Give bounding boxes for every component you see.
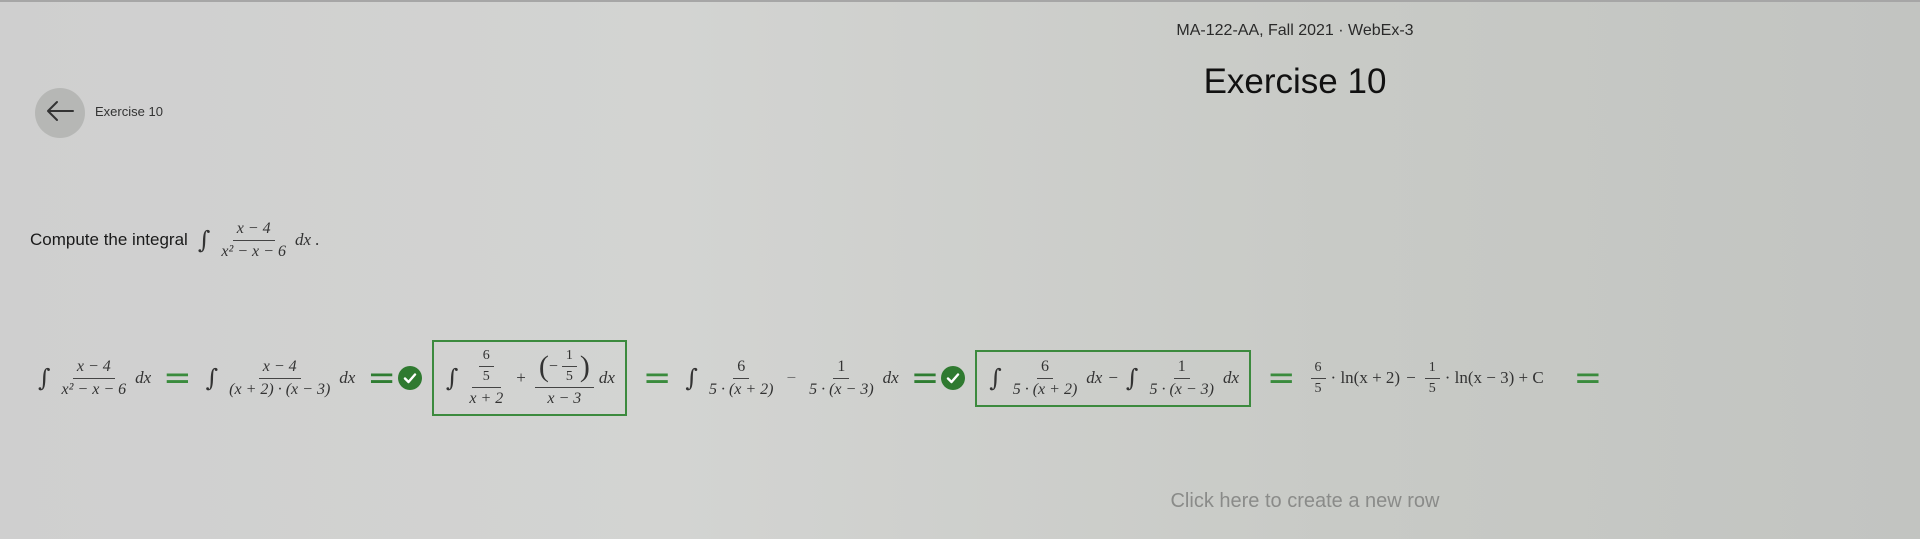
problem-denominator: x² − x − 6 — [221, 242, 286, 260]
step-5-a-den: 5 · (x + 2) — [1012, 380, 1078, 398]
integral-sign: ∫ — [685, 364, 698, 392]
problem-dx: dx — [294, 230, 311, 249]
step-3-a-den: 5 — [482, 369, 490, 384]
step-5-dx-b: dx — [1223, 368, 1240, 387]
step-1[interactable]: ∫ x − 4 x² − x − 6 dx — [30, 354, 157, 403]
step-5-a-num: 6 — [1037, 358, 1053, 379]
equals-sign[interactable]: = — [643, 361, 672, 395]
integral-sign: ∫ — [989, 364, 1002, 392]
back-label: Exercise 10 — [95, 104, 163, 119]
step-4-b-den: 5 · (x − 3) — [809, 380, 874, 398]
step-4-dx: dx — [882, 368, 899, 387]
step-3-dx: dx — [598, 368, 615, 387]
solution-row: ∫ x − 4 x² − x − 6 dx = ∫ x − 4 (x + 2) … — [30, 328, 1910, 428]
check-circle-icon — [397, 366, 422, 390]
step-2-dx: dx — [339, 368, 356, 387]
equals-sign-verified[interactable]: = — [367, 361, 396, 395]
integral-sign: ∫ — [1125, 364, 1139, 392]
step-4-a-num: 6 — [733, 358, 750, 379]
step-6[interactable]: 6 5 · ln(x + 2) − 1 5 · ln(x − 3) + C — [1302, 356, 1550, 401]
step-3-a-num: 6 — [478, 348, 494, 367]
step-6-a-den: 5 — [1314, 380, 1322, 396]
step-6-a-tail: · ln(x + 2) — [1330, 368, 1401, 387]
step-3-b-outer-den: x − 3 — [547, 390, 582, 407]
equals-sign[interactable]: = — [1267, 361, 1296, 395]
problem-integral: ∫ x − 4 x² − x − 6 dx . — [197, 219, 320, 261]
problem-statement: Compute the integral ∫ x − 4 x² − x − 6 … — [30, 210, 319, 270]
step-2-denominator: (x + 2) · (x − 3) — [229, 380, 331, 398]
step-2-numerator: x − 4 — [262, 357, 297, 375]
step-4[interactable]: ∫ 6 5 · (x + 2) − 1 5 · (x − 3) dx — [677, 354, 904, 403]
step-6-b-den: 5 — [1428, 380, 1436, 396]
step-4-a-den: 5 · (x + 2) — [708, 380, 774, 398]
step-4-b-num: 1 — [833, 358, 850, 379]
new-row-button[interactable]: Click here to create a new row — [1060, 490, 1550, 513]
step-3-b-den: 5 — [565, 369, 573, 384]
step-5-b-num: 1 — [1173, 358, 1190, 379]
step-6-b-num: 1 — [1424, 360, 1440, 379]
top-border — [0, 0, 1920, 2]
step-3-b-num: 1 — [561, 348, 577, 367]
check-circle-icon — [941, 366, 966, 390]
step-3-a-outer-den: x + 2 — [469, 390, 504, 407]
problem-numerator: x − 4 — [236, 219, 271, 237]
step-3[interactable]: ∫ 6 5 x + 2 + ( − 1 5 ) x − 3 dx — [431, 340, 627, 416]
step-1-dx: dx — [135, 368, 152, 387]
step-6-b-tail: · ln(x − 3) + C — [1444, 368, 1544, 387]
integral-sign: ∫ — [197, 226, 211, 254]
equals-sign-verified[interactable]: = — [911, 361, 940, 395]
step-5-dx-a: dx — [1086, 368, 1103, 387]
back-button[interactable] — [35, 88, 85, 138]
page-title: Exercise 10 — [1203, 62, 1387, 101]
equals-sign[interactable]: = — [1574, 361, 1603, 395]
equals-sign[interactable]: = — [163, 361, 192, 395]
problem-fraction: x − 4 x² − x − 6 — [217, 220, 290, 261]
arrow-left-icon — [45, 100, 75, 127]
step-2[interactable]: ∫ x − 4 (x + 2) · (x − 3) dx — [198, 354, 362, 403]
step-1-denominator: x² − x − 6 — [61, 380, 127, 398]
step-1-numerator: x − 4 — [76, 357, 111, 375]
step-5-b-den: 5 · (x − 3) — [1149, 380, 1214, 398]
integral-sign: ∫ — [205, 364, 219, 392]
integral-sign: ∫ — [445, 364, 459, 392]
integral-sign: ∫ — [38, 364, 51, 392]
step-6-a-num: 6 — [1310, 360, 1326, 379]
course-label: MA-122-AA, Fall 2021 · WebEx-3 — [1176, 22, 1414, 39]
step-5[interactable]: ∫ 6 5 · (x + 2) dx − ∫ 1 5 · (x − 3) dx — [975, 349, 1252, 407]
prompt-text: Compute the integral — [30, 230, 188, 249]
